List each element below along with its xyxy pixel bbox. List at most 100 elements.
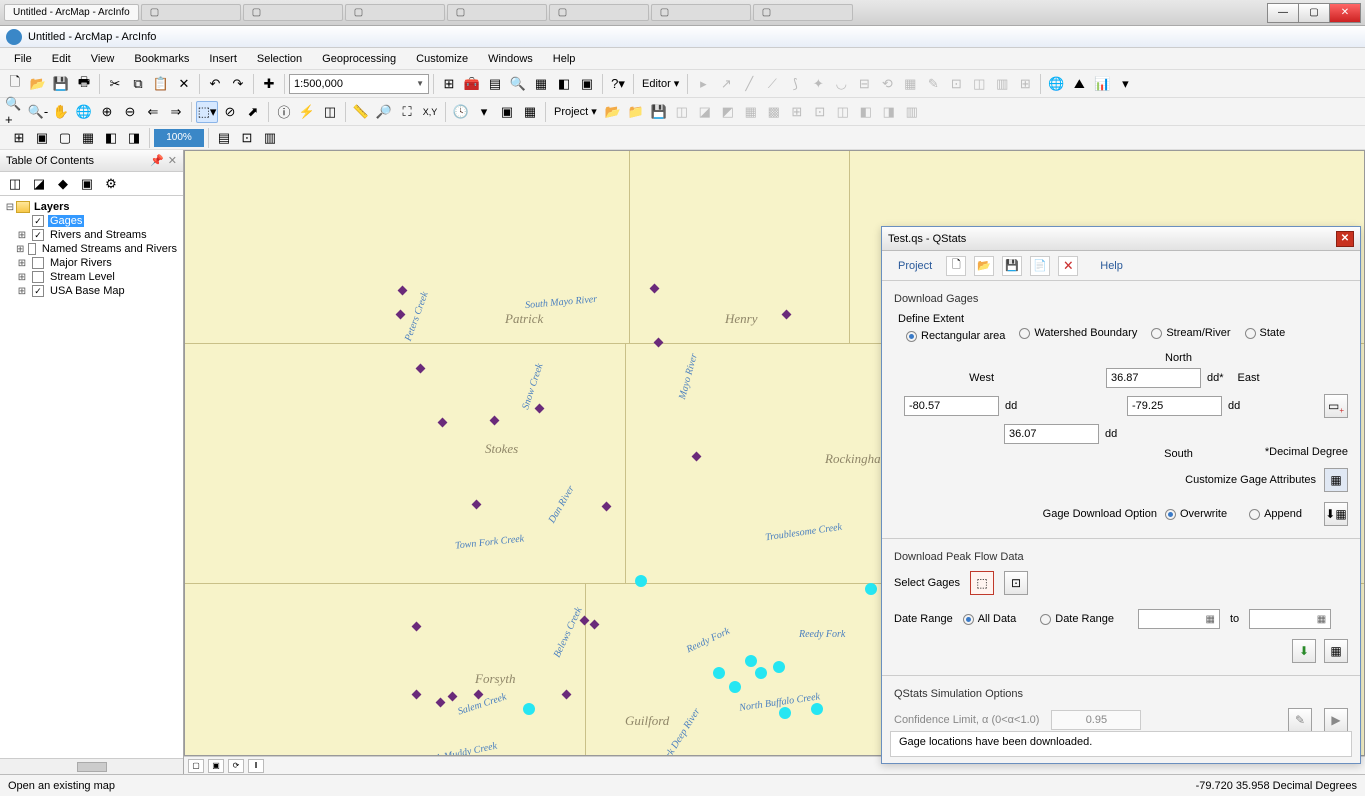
gage-point[interactable] <box>398 286 408 296</box>
python-icon[interactable]: ▣ <box>576 73 598 95</box>
next-extent-icon[interactable]: ⇒ <box>165 101 187 123</box>
south-input[interactable] <box>1004 424 1099 444</box>
toc-layer-item[interactable]: ⊞ Named Streams and Rivers <box>4 242 179 256</box>
selected-gage-point[interactable] <box>745 655 757 667</box>
toc-scrollbar[interactable] <box>0 758 183 774</box>
pause-button[interactable]: ‖ <box>248 759 264 773</box>
toc-layer-item[interactable]: ⊞ Stream Level <box>4 270 179 284</box>
browser-tab[interactable]: ▢ <box>345 4 445 21</box>
measure-icon[interactable]: 📏 <box>350 101 372 123</box>
selected-gage-point[interactable] <box>713 667 725 679</box>
html-popup-icon[interactable]: ◫ <box>319 101 341 123</box>
layout-d-icon[interactable]: ▦ <box>77 127 99 149</box>
expand-icon[interactable]: ⊞ <box>16 230 28 241</box>
layer-label[interactable]: Named Streams and Rivers <box>40 243 179 255</box>
add-data-icon[interactable]: ✚ <box>258 73 280 95</box>
qstats-new-icon[interactable]: 🗋 <box>946 256 966 276</box>
hyperlink-icon[interactable]: ⚡ <box>296 101 318 123</box>
qstats-delete-icon[interactable]: 🗙 <box>1058 256 1078 276</box>
gage-point[interactable] <box>580 616 590 626</box>
layer-label[interactable]: Stream Level <box>48 271 117 283</box>
list-by-selection-icon[interactable]: ▣ <box>76 173 98 195</box>
edit-tool-icon[interactable]: ▸ <box>692 73 714 95</box>
fixed-zoom-in-icon[interactable]: ⊕ <box>96 101 118 123</box>
toc-layer-item[interactable]: Gages <box>4 214 179 228</box>
gage-point[interactable] <box>412 622 422 632</box>
select-gages-poly-button[interactable]: ⊡ <box>1004 571 1028 595</box>
viewer-icon[interactable]: ▣ <box>496 101 518 123</box>
menu-view[interactable]: View <box>81 50 125 68</box>
layer-label[interactable]: Gages <box>48 215 84 227</box>
expand-icon[interactable]: ⊞ <box>16 258 28 269</box>
layout-i-icon[interactable]: ▥ <box>259 127 281 149</box>
edit-more-icon[interactable]: ⊡ <box>945 73 967 95</box>
list-by-source-icon[interactable]: ◪ <box>28 173 50 195</box>
date-to-input[interactable]: ▦ <box>1249 609 1331 629</box>
extent-radio-1[interactable]: Watershed Boundary <box>1019 327 1137 339</box>
layer-checkbox[interactable] <box>32 257 44 269</box>
draw-extent-button[interactable]: ▭+ <box>1324 394 1348 418</box>
qstats-close-button[interactable]: ✕ <box>1336 231 1354 247</box>
dropdown-icon[interactable]: ▾ <box>1114 73 1136 95</box>
select-features-icon[interactable]: ⬚▾ <box>196 101 218 123</box>
project-new-icon[interactable]: 📁 <box>625 101 647 123</box>
selected-gage-point[interactable] <box>635 575 647 587</box>
menu-edit[interactable]: Edit <box>42 50 81 68</box>
list-by-visibility-icon[interactable]: ◆ <box>52 173 74 195</box>
viewer2-icon[interactable]: ▦ <box>519 101 541 123</box>
date-from-input[interactable]: ▦ <box>1138 609 1220 629</box>
north-input[interactable] <box>1106 368 1201 388</box>
edit-line-icon[interactable]: ╱ <box>738 73 760 95</box>
paste-icon[interactable]: 📋 <box>150 73 172 95</box>
list-by-drawing-icon[interactable]: ◫ <box>4 173 26 195</box>
maximize-button[interactable]: ▢ <box>1298 3 1330 23</box>
extent-radio-0[interactable]: Rectangular area <box>906 330 1005 342</box>
layout-c-icon[interactable]: ▢ <box>54 127 76 149</box>
close-button[interactable]: ✕ <box>1329 3 1361 23</box>
project-k-icon[interactable]: ▥ <box>901 101 923 123</box>
gage-point[interactable] <box>490 416 500 426</box>
project-save-icon[interactable]: 💾 <box>648 101 670 123</box>
edit-arc-icon[interactable]: ↗ <box>715 73 737 95</box>
open-icon[interactable]: 📂 <box>27 73 49 95</box>
options-icon[interactable]: ⚙ <box>100 173 122 195</box>
refresh-button[interactable]: ⟳ <box>228 759 244 773</box>
extent-radio-3[interactable]: State <box>1245 327 1286 339</box>
gage-point[interactable] <box>602 502 612 512</box>
menu-bookmarks[interactable]: Bookmarks <box>124 50 199 68</box>
project-b-icon[interactable]: ◪ <box>694 101 716 123</box>
gage-point[interactable] <box>562 690 572 700</box>
layer-label[interactable]: Rivers and Streams <box>48 229 149 241</box>
layer-checkbox[interactable] <box>32 285 44 297</box>
redo-icon[interactable]: ↷ <box>227 73 249 95</box>
toc-layer-item[interactable]: ⊞ USA Base Map <box>4 284 179 298</box>
project-i-icon[interactable]: ◧ <box>855 101 877 123</box>
project-f-icon[interactable]: ⊞ <box>786 101 808 123</box>
graph-icon[interactable]: 📊 <box>1091 73 1113 95</box>
layer-checkbox[interactable] <box>32 215 44 227</box>
delete-icon[interactable]: ✕ <box>173 73 195 95</box>
toolbox-icon[interactable]: 🧰 <box>461 73 483 95</box>
new-icon[interactable]: 🗋 <box>4 73 26 95</box>
project-a-icon[interactable]: ◫ <box>671 101 693 123</box>
layer-checkbox[interactable] <box>32 271 44 283</box>
prev-extent-icon[interactable]: ⇐ <box>142 101 164 123</box>
find-icon[interactable]: 🔎 <box>373 101 395 123</box>
project-e-icon[interactable]: ▩ <box>763 101 785 123</box>
sketch-icon[interactable]: ✎ <box>922 73 944 95</box>
date-range-radio[interactable]: Date Range <box>1040 613 1114 625</box>
selected-gage-point[interactable] <box>779 707 791 719</box>
project-j-icon[interactable]: ◨ <box>878 101 900 123</box>
edit-vertex-icon[interactable]: ✦ <box>807 73 829 95</box>
undo-icon[interactable]: ↶ <box>204 73 226 95</box>
zoom-percent[interactable]: 100% <box>154 129 204 147</box>
create-viewer-icon[interactable]: ▾ <box>473 101 495 123</box>
expand-icon[interactable]: ⊞ <box>16 272 28 283</box>
map-scale-combo[interactable]: 1:500,000▼ <box>289 74 429 94</box>
identify-icon[interactable]: ⓘ <box>273 101 295 123</box>
save-icon[interactable]: 💾 <box>50 73 72 95</box>
gage-point[interactable] <box>412 690 422 700</box>
cut-icon[interactable]: ✂ <box>104 73 126 95</box>
gage-point[interactable] <box>590 620 600 630</box>
layer-checkbox[interactable] <box>28 243 36 255</box>
